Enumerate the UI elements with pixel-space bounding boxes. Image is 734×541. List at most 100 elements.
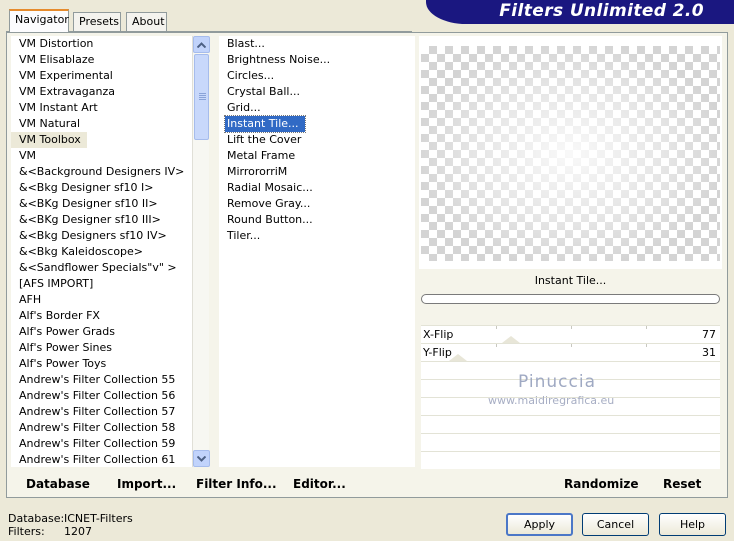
category-item-label: &<BKg Designer sf10 II> — [19, 197, 158, 210]
category-item[interactable]: AFH — [11, 292, 193, 308]
reset-button[interactable]: Reset — [663, 477, 701, 491]
filter-item-label: MirrororriM — [227, 165, 288, 178]
import-button[interactable]: Import... — [117, 477, 176, 491]
param-value: 31 — [702, 346, 716, 359]
category-item[interactable]: &<Sandflower Specials"v" > — [11, 260, 193, 276]
filter-item[interactable]: Crystal Ball... — [219, 84, 415, 100]
param-y-flip[interactable]: Y-Flip 31 — [421, 343, 720, 361]
category-item-label: &<BKg Designer sf10 III> — [19, 213, 161, 226]
filter-item-label: Instant Tile... — [224, 115, 306, 133]
category-item-label: Alf's Power Sines — [19, 341, 112, 354]
category-item[interactable]: VM Experimental — [11, 68, 193, 84]
category-item[interactable]: Andrew's Filter Collection 56 — [11, 388, 193, 404]
filter-item[interactable]: Metal Frame — [219, 148, 415, 164]
database-button[interactable]: Database — [26, 477, 90, 491]
category-item[interactable]: Andrew's Filter Collection 58 — [11, 420, 193, 436]
filter-item[interactable]: Grid... — [219, 100, 415, 116]
filter-item-label: Lift the Cover — [227, 133, 302, 146]
tab-navigator[interactable]: Navigator — [9, 9, 69, 32]
category-item[interactable]: &<Background Designers IV> — [11, 164, 193, 180]
category-item[interactable]: &<Bkg Designers sf10 IV> — [11, 228, 193, 244]
filter-item[interactable]: Tiler... — [219, 228, 415, 244]
category-item[interactable]: &<BKg Designer sf10 II> — [11, 196, 193, 212]
category-item[interactable]: VM Toolbox — [11, 132, 193, 148]
chevron-down-icon — [196, 455, 207, 462]
filter-item[interactable]: Lift the Cover — [219, 132, 415, 148]
filter-item-label: Crystal Ball... — [227, 85, 300, 98]
filter-item-label: Blast... — [227, 37, 265, 50]
cancel-button[interactable]: Cancel — [582, 513, 649, 536]
category-item-label: VM Elisablaze — [19, 53, 95, 66]
filter-item[interactable]: MirrororriM — [219, 164, 415, 180]
filter-list[interactable]: Blast... Brightness Noise... Circles... Cry… — [219, 36, 415, 467]
param-empty — [421, 415, 720, 433]
filter-item[interactable]: Brightness Noise... — [219, 52, 415, 68]
category-list[interactable]: VM Distortion VM Elisablaze VM Experimenta… — [11, 36, 193, 467]
filter-info-button[interactable]: Filter Info... — [196, 477, 277, 491]
slider-thumb[interactable] — [502, 336, 520, 343]
param-x-flip[interactable]: X-Flip 77 — [421, 325, 720, 343]
filter-item-label: Tiler... — [227, 229, 261, 242]
category-item-label: Alf's Power Grads — [19, 325, 115, 338]
category-item[interactable]: &<Bkg Designer sf10 I> — [11, 180, 193, 196]
param-empty — [421, 451, 720, 469]
category-item[interactable]: VM Natural — [11, 116, 193, 132]
title-banner: Filters Unlimited 2.0 — [426, 0, 734, 24]
category-item-label: Alf's Border FX — [19, 309, 100, 322]
category-item-label: &<Bkg Kaleidoscope> — [19, 245, 144, 258]
status-label: Database: — [8, 512, 65, 525]
category-item[interactable]: Andrew's Filter Collection 57 — [11, 404, 193, 420]
tab-presets[interactable]: Presets — [73, 12, 121, 31]
category-item[interactable]: &<BKg Designer sf10 III> — [11, 212, 193, 228]
category-item[interactable]: [AFS IMPORT] — [11, 276, 193, 292]
category-item[interactable]: Alf's Border FX — [11, 308, 193, 324]
param-empty — [421, 433, 720, 451]
category-item[interactable]: VM Distortion — [11, 36, 193, 52]
category-item[interactable]: Andrew's Filter Collection 61 — [11, 452, 193, 467]
category-scrollbar[interactable] — [192, 36, 210, 467]
category-item-label: &<Background Designers IV> — [19, 165, 185, 178]
category-item[interactable]: Alf's Power Sines — [11, 340, 193, 356]
category-item-label: VM Toolbox — [11, 132, 87, 148]
scroll-down-button[interactable] — [193, 450, 210, 467]
category-item-label: Andrew's Filter Collection 56 — [19, 389, 176, 402]
progress-bar — [421, 294, 720, 304]
category-item[interactable]: Andrew's Filter Collection 55 — [11, 372, 193, 388]
category-item-label: Alf's Power Toys — [19, 357, 107, 370]
category-item[interactable]: Alf's Power Toys — [11, 356, 193, 372]
slider-thumb[interactable] — [449, 354, 467, 361]
filter-item[interactable]: Instant Tile... — [219, 115, 415, 133]
filter-item-label: Circles... — [227, 69, 275, 82]
apply-button[interactable]: Apply — [506, 513, 573, 536]
category-item[interactable]: Alf's Power Grads — [11, 324, 193, 340]
category-item[interactable]: VM — [11, 148, 193, 164]
category-item[interactable]: &<Bkg Kaleidoscope> — [11, 244, 193, 260]
category-item-label: Andrew's Filter Collection 59 — [19, 437, 176, 450]
category-item[interactable]: Andrew's Filter Collection 59 — [11, 436, 193, 452]
filter-item-label: Round Button... — [227, 213, 313, 226]
filter-item[interactable]: Radial Mosaic... — [219, 180, 415, 196]
app-title: Filters Unlimited 2.0 — [499, 1, 704, 21]
status-value: ICNET-Filters — [64, 512, 133, 525]
category-item-label: VM Experimental — [19, 69, 113, 82]
param-toolbar: Randomize Reset — [421, 473, 720, 496]
randomize-button[interactable]: Randomize — [564, 477, 638, 491]
filter-item-label: Remove Gray... — [227, 197, 311, 210]
category-item-label: Andrew's Filter Collection 58 — [19, 421, 176, 434]
category-item[interactable]: VM Elisablaze — [11, 52, 193, 68]
param-name: Y-Flip — [423, 346, 452, 359]
tab-about[interactable]: About — [126, 12, 167, 31]
category-item[interactable]: VM Instant Art — [11, 100, 193, 116]
filter-item[interactable]: Blast... — [219, 36, 415, 52]
param-name: X-Flip — [423, 328, 454, 341]
category-item[interactable]: VM Extravaganza — [11, 84, 193, 100]
watermark-name: Pinuccia — [518, 372, 596, 392]
category-item-label: VM Instant Art — [19, 101, 98, 114]
filter-item[interactable]: Remove Gray... — [219, 196, 415, 212]
filter-item[interactable]: Circles... — [219, 68, 415, 84]
editor-button[interactable]: Editor... — [293, 477, 346, 491]
scroll-up-button[interactable] — [193, 36, 210, 53]
scroll-thumb[interactable] — [194, 54, 209, 140]
filter-item[interactable]: Round Button... — [219, 212, 415, 228]
help-button[interactable]: Help — [659, 513, 726, 536]
